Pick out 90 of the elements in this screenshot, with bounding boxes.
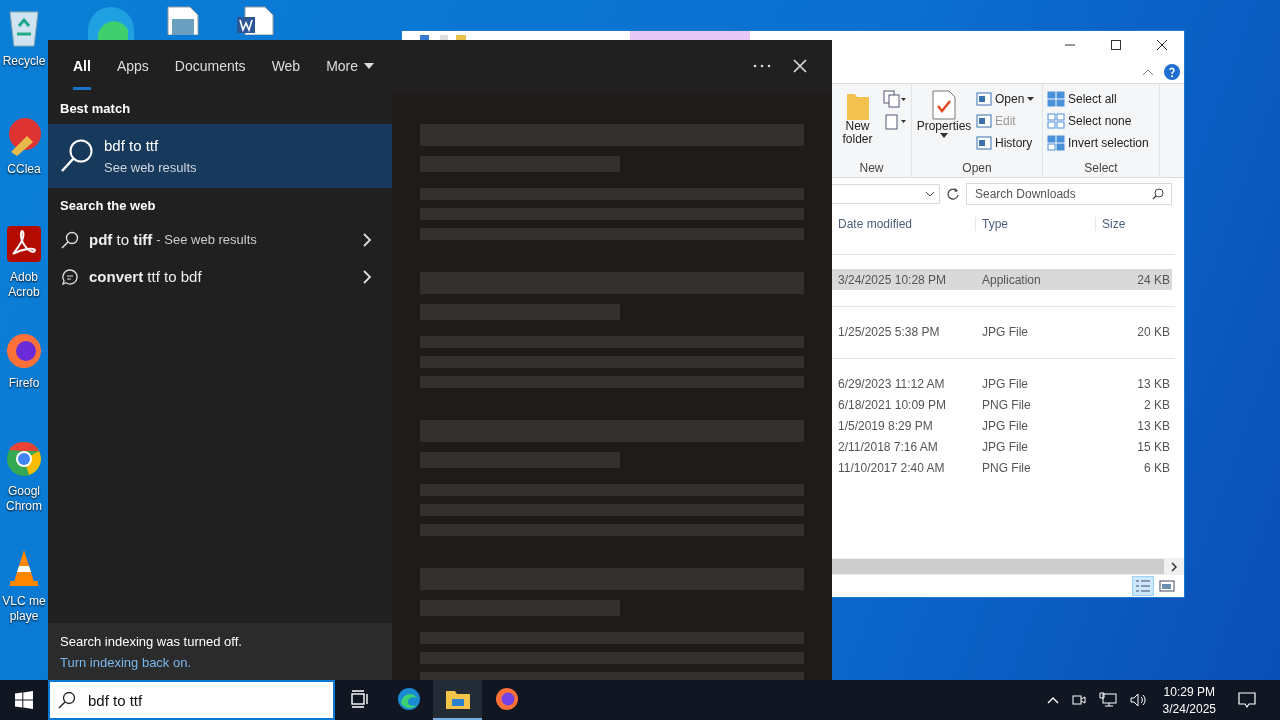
help-icon[interactable] [1164,64,1180,80]
caret-icon [1027,97,1035,101]
task-view-icon [349,690,370,708]
file-explorer-taskbar-button[interactable] [433,680,482,720]
file-row[interactable]: 11/10/2017 2:40 AM PNG File 6 KB [832,457,1172,478]
clock[interactable]: 10:29 PM 3/24/2025 [1162,684,1216,716]
ribbon-group-label: New [858,161,885,175]
collapse-ribbon-icon[interactable] [1142,68,1154,76]
desktop-icon-label[interactable]: VLC me [2,594,46,609]
search-tab[interactable]: Apps [103,40,162,92]
taskbar-search-field[interactable]: bdf to ttf [48,680,335,720]
search-icon [61,230,79,249]
ribbon-group-label: Select [1083,161,1119,175]
pdf-app-icon[interactable] [5,224,43,264]
best-match-item[interactable]: bdf to ttf See web results [48,124,392,188]
ribbon-button[interactable]: Invert selection [1047,134,1149,152]
turn-indexing-on-link[interactable]: Turn indexing back on. [60,654,392,670]
window-icon [976,136,992,150]
file-row[interactable]: 6/29/2023 11:12 AM JPG File 13 KB [832,373,1172,394]
list-icon [1135,579,1151,593]
caret-icon [364,63,375,69]
speech-bubble-icon [61,267,79,286]
desktop-icon-label[interactable]: playe [9,609,39,624]
web-result-item[interactable]: pdf to tiff - See web results [48,221,392,258]
ribbon-button[interactable]: History [976,134,1035,152]
desktop-icon-label[interactable]: Recycle [2,54,46,69]
image-file-icon[interactable] [166,5,200,35]
close-icon[interactable] [1156,39,1168,51]
desktop-icon-label[interactable]: Firefo [8,376,40,391]
properties-button[interactable]: Properties [916,88,972,161]
file-row[interactable]: 3/24/2025 10:28 PM Application 24 KB [832,269,1172,290]
search-tab[interactable]: Web [258,40,314,92]
ribbon-button[interactable]: Select all [1047,90,1149,108]
window-icon [976,92,992,106]
search-icon [60,138,94,174]
desktop-icon-label[interactable]: CClea [7,162,41,177]
search-tab[interactable]: Documents [161,40,259,92]
grid-icon [1047,135,1065,151]
desktop-icon-label[interactable]: Googl [8,484,40,499]
ribbon-button[interactable]: Open [976,90,1035,108]
new-item-icon[interactable] [883,112,907,130]
notifications-icon[interactable] [1238,691,1256,709]
file-row[interactable]: 2/11/2018 7:16 AM JPG File 15 KB [832,436,1172,457]
windows-logo-icon [15,691,33,709]
document-check-icon [931,90,957,120]
file-row[interactable]: 1/5/2019 8:29 PM JPG File 13 KB [832,415,1172,436]
web-result-item[interactable]: convert ttf to bdf [48,258,392,295]
network-icon[interactable] [1098,692,1117,708]
search-icon [58,691,76,709]
grid-icon [1047,113,1065,129]
column-header[interactable]: Size [1096,217,1170,231]
search-icon[interactable] [1152,188,1164,200]
word-document-icon[interactable] [235,5,275,35]
desktop-icon-label[interactable]: Adob [10,270,38,285]
volume-icon[interactable] [1128,692,1147,708]
notice-text: Search indexing was turned off. [60,633,243,649]
new-folder-button[interactable]: New folder [836,88,879,161]
chevron-right-icon [362,232,372,247]
file-row[interactable]: 6/18/2021 10:09 PM PNG File 2 KB [832,394,1172,415]
desktop-icon-label[interactable]: Acrob [8,285,40,300]
firefox-icon[interactable] [5,332,43,370]
image-icon [1159,579,1175,593]
horizontal-scrollbar[interactable] [832,558,1184,575]
refresh-icon[interactable] [946,187,960,201]
search-field[interactable]: Search Downloads [966,183,1172,205]
maximize-icon[interactable] [1110,39,1122,51]
search-tab[interactable]: All [60,40,104,92]
chevron-up-icon[interactable] [1046,696,1059,704]
window-icon [976,114,992,128]
recycle-bin-icon[interactable] [7,8,41,48]
chevron-down-icon[interactable] [925,191,935,197]
section-heading: Best match [59,100,132,118]
ribbon-group-label: Open [961,161,993,175]
copy-path-icon[interactable] [883,90,907,108]
search-tab[interactable]: More [313,40,388,92]
chrome-icon[interactable] [5,440,43,478]
file-row[interactable]: 1/25/2025 5:38 PM JPG File 20 KB [832,321,1172,342]
desktop-icon-label[interactable]: Chrom [6,499,42,514]
chevron-right-icon [362,269,372,284]
section-heading: Search the web [59,197,157,215]
more-options-icon[interactable] [753,64,771,68]
scroll-right-icon[interactable] [1170,561,1178,572]
firefox-icon [494,687,519,711]
camera-icon[interactable] [1070,692,1087,708]
column-header[interactable]: Type [976,217,1096,231]
folder-icon [444,688,471,710]
caret-icon [940,133,948,138]
ribbon-button[interactable]: Select none [1047,112,1149,130]
edge-icon [396,687,421,711]
grid-icon [1047,91,1065,107]
